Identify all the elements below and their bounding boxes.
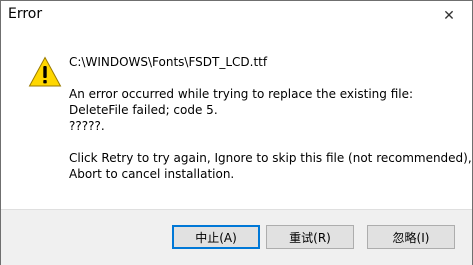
instruction-line-2: Abort to cancel installation. [69,167,235,181]
dialog-content: C:\WINDOWS\Fonts\FSDT_LCD.ttf An error o… [1,31,473,209]
error-message: C:\WINDOWS\Fonts\FSDT_LCD.ttf An error o… [69,54,473,182]
error-line-1: An error occurred while trying to replac… [69,87,414,101]
file-path: C:\WINDOWS\Fonts\FSDT_LCD.ttf [69,55,268,69]
error-line-2: DeleteFile failed; code 5. [69,103,218,117]
warning-icon [28,56,62,87]
close-button[interactable]: ✕ [426,1,472,31]
instruction-line-1: Click Retry to try again, Ignore to skip… [69,151,473,165]
close-icon: ✕ [443,8,455,24]
abort-button[interactable]: 中止(A) [172,225,260,249]
retry-button[interactable]: 重试(R) [266,225,354,249]
window-title: Error [8,6,43,22]
button-bar: 中止(A) 重试(R) 忽略(I) [1,209,472,265]
error-dialog: Error ✕ C:\WINDOWS\Fonts\FSDT_LCD.ttf An… [0,0,473,265]
error-line-3: ?????. [69,119,105,133]
ignore-button[interactable]: 忽略(I) [367,225,455,249]
title-bar[interactable]: Error ✕ [1,1,472,31]
